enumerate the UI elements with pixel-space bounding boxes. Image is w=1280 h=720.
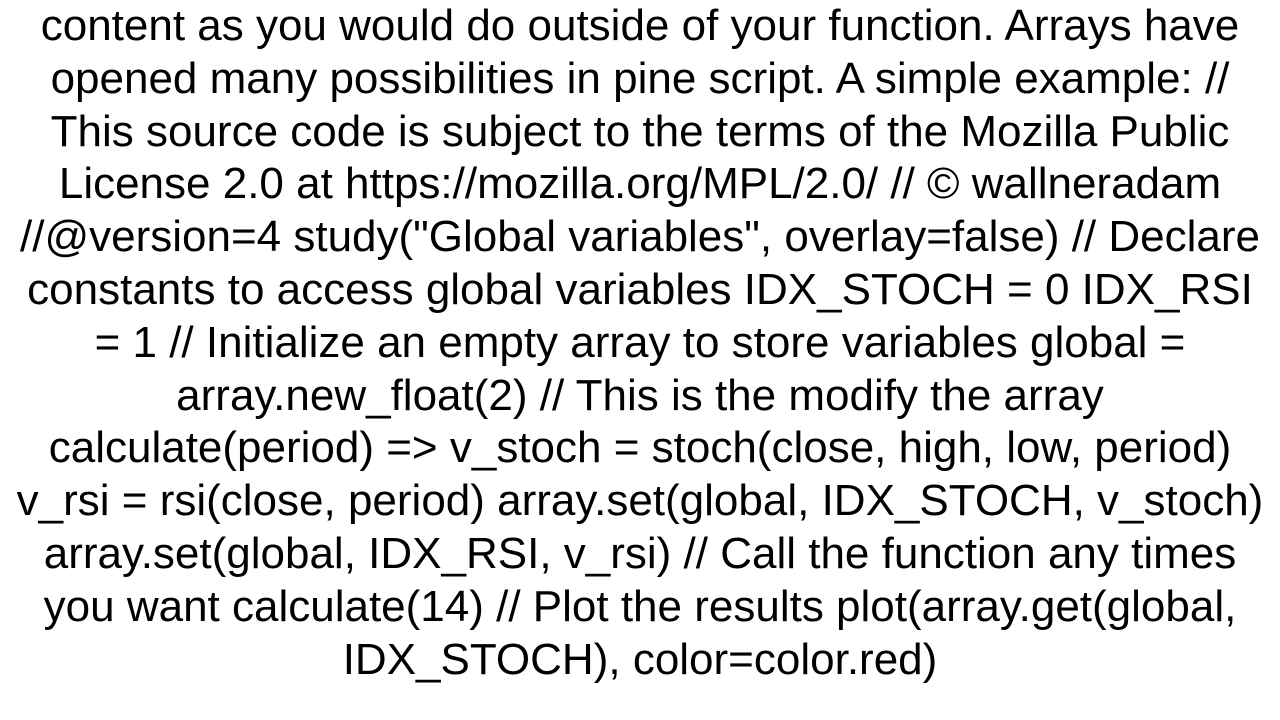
document-body-text: content as you would do outside of your … — [0, 0, 1280, 720]
